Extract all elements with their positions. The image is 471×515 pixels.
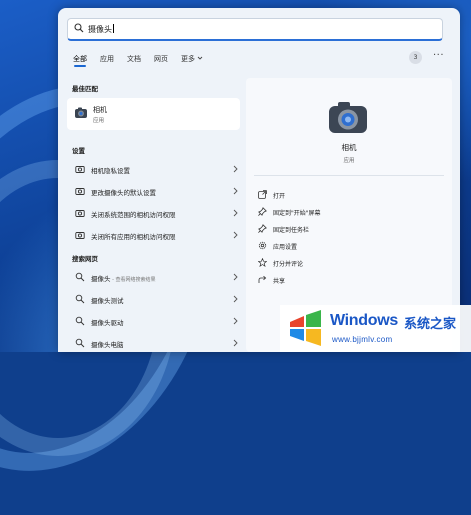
web-search-item-label: 摄像头 - 查看网络搜索结果 <box>91 275 156 283</box>
web-search-item-label: 摄像头驱动 <box>91 319 124 327</box>
pin-icon <box>258 224 267 233</box>
share-icon <box>258 275 267 283</box>
camera-settings-icon <box>75 232 85 239</box>
web-search-item-label: 摄像头电脑 <box>91 341 124 349</box>
chevron-right-icon <box>233 273 238 281</box>
web-search-item-label: 摄像头测试 <box>91 297 124 305</box>
chevron-right-icon <box>233 209 238 217</box>
action-pin-to-start[interactable]: 固定到"开始"屏幕 <box>258 205 438 219</box>
filter-tabs: 全部 应用 文档 网页 更多 <box>73 54 453 68</box>
camera-app-icon <box>329 102 367 133</box>
action-label: 打分并评论 <box>273 261 304 268</box>
tab-more[interactable]: 更多 <box>181 54 203 64</box>
result-count-badge: 3 <box>409 51 422 64</box>
best-match-item[interactable]: 相机 应用 <box>67 98 240 130</box>
search-icon <box>75 338 85 348</box>
watermark-url: www.bjjmlv.com <box>332 335 393 344</box>
gear-icon <box>258 241 267 250</box>
chevron-right-icon <box>233 231 238 239</box>
action-open[interactable]: 打开 <box>258 188 438 202</box>
star-icon <box>258 258 267 267</box>
chevron-right-icon <box>233 317 238 325</box>
windows-logo-icon <box>287 310 323 346</box>
settings-heading: 设置 <box>72 147 85 155</box>
app-type: 应用 <box>343 158 355 164</box>
settings-item[interactable]: 更改摄像头的默认设置 <box>67 181 240 201</box>
action-label: 应用设置 <box>273 244 298 251</box>
settings-item-label: 更改摄像头的默认设置 <box>91 189 156 197</box>
search-input[interactable]: 摄像头 <box>88 24 114 35</box>
best-match-heading: 最佳匹配 <box>72 85 98 93</box>
action-app-settings[interactable]: 应用设置 <box>258 239 438 253</box>
action-rate-and-review[interactable]: 打分并评论 <box>258 256 438 270</box>
search-icon <box>75 272 85 282</box>
chevron-down-icon <box>197 56 203 60</box>
chevron-right-icon <box>233 295 238 303</box>
search-icon <box>75 316 85 326</box>
settings-item[interactable]: 相机隐私设置 <box>67 159 240 179</box>
tab-web[interactable]: 网页 <box>154 54 168 64</box>
tab-all[interactable]: 全部 <box>73 54 87 67</box>
app-name: 相机 <box>341 143 357 152</box>
settings-item-label: 相机隐私设置 <box>91 167 130 175</box>
action-label: 打开 <box>273 193 286 200</box>
tab-apps[interactable]: 应用 <box>100 54 114 64</box>
tab-documents[interactable]: 文档 <box>127 54 141 64</box>
camera-app-icon <box>75 107 87 118</box>
camera-settings-icon <box>75 210 85 217</box>
action-pin-to-taskbar[interactable]: 固定到任务栏 <box>258 222 438 236</box>
settings-item-label: 关闭所有应用的相机访问权限 <box>91 233 176 241</box>
pin-icon <box>258 207 267 216</box>
settings-item-label: 关闭系统范围的相机访问权限 <box>91 211 176 219</box>
web-search-item[interactable]: 摄像头驱动 <box>67 311 240 331</box>
search-icon <box>75 294 85 304</box>
chevron-right-icon <box>233 187 238 195</box>
camera-settings-icon <box>75 188 85 195</box>
more-options-icon[interactable]: ··· <box>433 50 444 61</box>
settings-item[interactable]: 关闭所有应用的相机访问权限 <box>67 225 240 245</box>
action-label: 固定到任务栏 <box>273 227 310 234</box>
search-icon <box>74 23 84 33</box>
web-search-heading: 搜索网页 <box>72 255 98 263</box>
action-label: 共享 <box>273 278 286 285</box>
open-icon <box>258 190 267 199</box>
action-label: 固定到"开始"屏幕 <box>273 210 321 217</box>
watermark-brand: Windows <box>330 312 398 329</box>
chevron-right-icon <box>233 339 238 347</box>
divider <box>254 175 444 176</box>
web-search-item[interactable]: 摄像头测试 <box>67 289 240 309</box>
web-search-item[interactable]: 摄像头 - 查看网络搜索结果 <box>67 267 240 287</box>
start-search-panel: 摄像头 全部 应用 文档 网页 更多 3 ··· 最佳匹配 相机 应用 设置 相… <box>58 8 460 352</box>
web-search-item[interactable]: 摄像头电脑 <box>67 333 240 352</box>
best-match-subtitle: 应用 <box>93 118 105 124</box>
settings-item[interactable]: 关闭系统范围的相机访问权限 <box>67 203 240 223</box>
best-match-title: 相机 <box>93 106 107 114</box>
chevron-right-icon <box>233 165 238 173</box>
search-box[interactable]: 摄像头 <box>67 18 443 41</box>
site-watermark: Windows 系统之家 www.bjjmlv.com <box>280 305 471 352</box>
watermark-brand-cn: 系统之家 <box>404 317 457 332</box>
action-share[interactable]: 共享 <box>258 273 438 287</box>
camera-settings-icon <box>75 166 85 173</box>
